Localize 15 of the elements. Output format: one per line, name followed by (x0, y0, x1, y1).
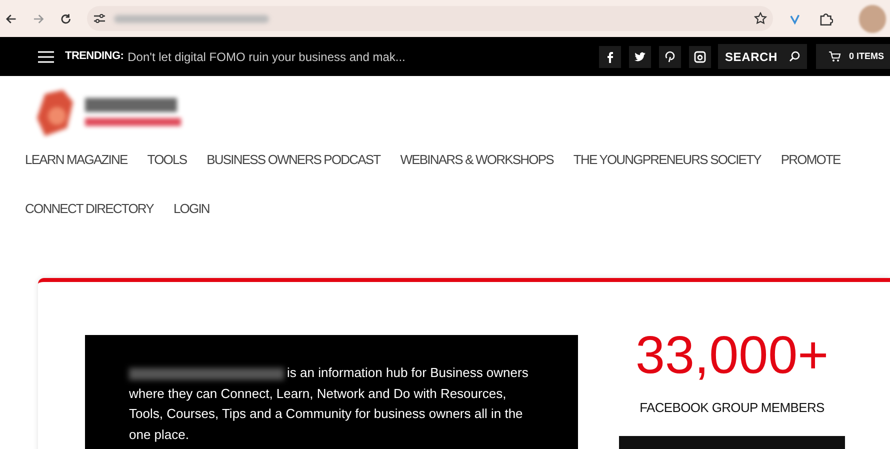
trending-headline[interactable]: Don't let digital FOMO ruin your business and mak... (128, 48, 406, 66)
nav-link[interactable]: WEBINARS & WORKSHOPS (400, 150, 554, 170)
stat-value: 33,000+ (635, 326, 829, 386)
cart-button[interactable]: 0 ITEMS (816, 44, 890, 69)
stat-label: FACEBOOK GROUP MEMBERS (640, 399, 824, 417)
nav-link[interactable]: LOGIN (173, 198, 210, 218)
nav-link[interactable]: BUSINESS OWNERS PODCAST (206, 150, 380, 170)
nav-link[interactable]: THE YOUNGPRENEURS SOCIETY (573, 150, 761, 170)
nav-link[interactable]: PROMOTE (780, 150, 840, 170)
trending-label: TRENDING: (65, 49, 124, 64)
intro-text: is an information hub for Business owners where they can Connect, Learn, Network and Do with Resources, Tools, Courses, Tips and a Community for business owners all in the one place. (129, 364, 530, 444)
search-field[interactable]: SEARCH (718, 44, 807, 69)
nav-link[interactable]: CONNECT DIRECTORY (25, 198, 154, 218)
nav-link[interactable]: LEARN MAGAZINE (25, 150, 128, 170)
nav-link[interactable]: TOOLS (147, 150, 187, 170)
